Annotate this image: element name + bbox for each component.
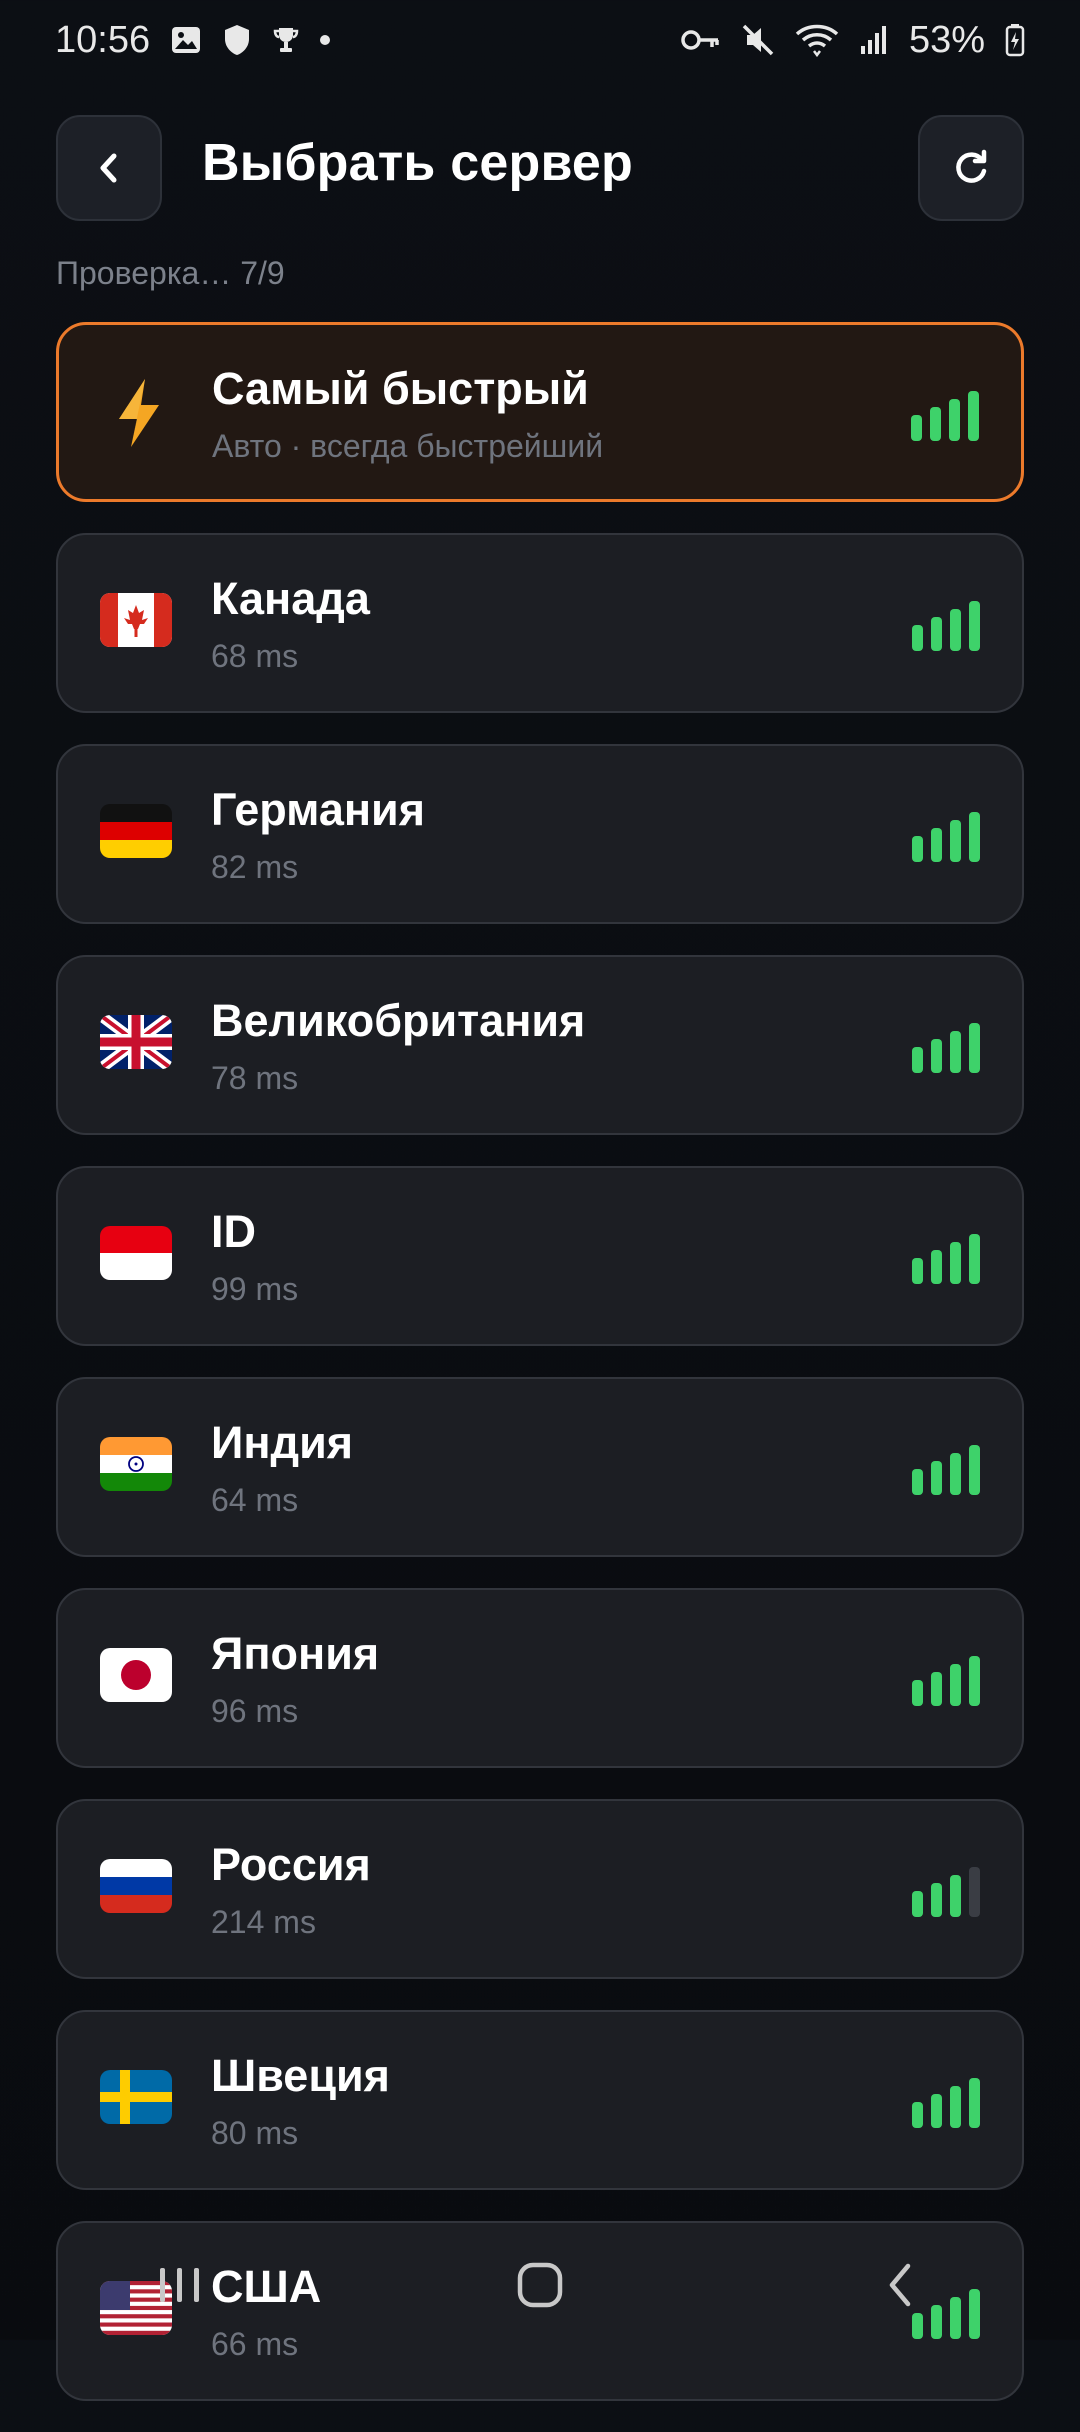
server-ping: 68 ms [211,638,299,674]
scan-progress: Проверка… 7/9 [56,255,285,291]
home-icon [517,2262,563,2308]
signal-strength-icon [912,1234,982,1284]
server-item-japan[interactable]: Япония 96 ms [56,1588,1024,1768]
server-item-germany[interactable]: Германия 82 ms [56,744,1024,924]
server-name: Самый быстрый [212,363,589,414]
server-ping: 80 ms [211,2115,299,2151]
vpn-key-icon [681,28,721,52]
recent-apps-icon [160,2268,199,2302]
server-name: Канада [211,573,370,624]
signal-strength-icon [911,391,981,441]
lightning-icon [119,379,159,447]
server-subtitle: Авто · всегда быстрейший [212,428,604,464]
back-arrow-icon [889,2263,911,2307]
battery-icon [1005,23,1025,57]
signal-strength-icon [912,601,982,651]
trophy-icon [272,25,300,55]
server-ping: 99 ms [211,1271,299,1307]
status-time: 10:56 [55,18,151,61]
flag-japan-icon [100,1648,172,1702]
notification-dot-icon [320,35,331,45]
signal-strength-icon [912,1656,982,1706]
flag-canada-icon [100,593,172,647]
server-list: Самый быстрый Авто · всегда быстрейший К… [56,322,1024,2432]
battery-percent: 53% [908,18,985,61]
refresh-icon [956,149,987,183]
server-item-id[interactable]: ID 99 ms [56,1166,1024,1346]
server-item-russia[interactable]: Россия 214 ms [56,1799,1024,1979]
gallery-icon [170,24,202,56]
signal-strength-icon [912,2078,982,2128]
server-ping: 96 ms [211,1693,299,1729]
status-bar-right: 53% [681,19,1025,62]
nav-back-button[interactable] [840,2230,960,2340]
system-navigation-bar [0,2230,1080,2340]
recent-apps-button[interactable] [120,2230,240,2340]
server-name: Япония [211,1628,380,1679]
home-button[interactable] [480,2230,600,2340]
server-name: ID [211,1206,256,1257]
signal-strength-icon [912,812,982,862]
flag-india-icon [100,1437,172,1491]
cell-signal-icon [859,24,889,56]
signal-strength-icon [912,1445,982,1495]
server-ping: 214 ms [211,1904,316,1940]
wifi-icon [795,23,839,57]
signal-strength-icon [912,1867,982,1917]
flag-sweden-icon [100,2070,172,2124]
refresh-button[interactable] [918,115,1024,221]
mute-icon [741,23,775,57]
server-item-canada[interactable]: Канада 68 ms [56,533,1024,713]
chevron-left-icon [100,153,117,183]
server-name: Великобритания [211,995,586,1046]
server-ping: 82 ms [211,849,299,885]
server-name: Индия [211,1417,354,1468]
server-item-uk[interactable]: Великобритания 78 ms [56,955,1024,1135]
flag-russia-icon [100,1859,172,1913]
flag-uk-icon [100,1015,172,1069]
server-name: Швеция [211,2050,390,2101]
header: Выбрать сервер [56,115,1024,221]
status-bar: 10:56 53% [0,0,1080,80]
signal-strength-icon [912,1023,982,1073]
shield-icon [222,23,252,57]
server-item-sweden[interactable]: Швеция 80 ms [56,2010,1024,2190]
back-button[interactable] [56,115,162,221]
server-item-fastest[interactable]: Самый быстрый Авто · всегда быстрейший [56,322,1024,502]
flag-germany-icon [100,804,172,858]
server-name: Россия [211,1839,371,1890]
server-item-india[interactable]: Индия 64 ms [56,1377,1024,1557]
flag-indonesia-icon [100,1226,172,1280]
status-bar-left: 10:56 [55,18,331,62]
page-title: Выбрать сервер [202,134,634,192]
server-ping: 78 ms [211,1060,299,1096]
server-ping: 64 ms [211,1482,299,1518]
server-name: Германия [211,784,425,835]
